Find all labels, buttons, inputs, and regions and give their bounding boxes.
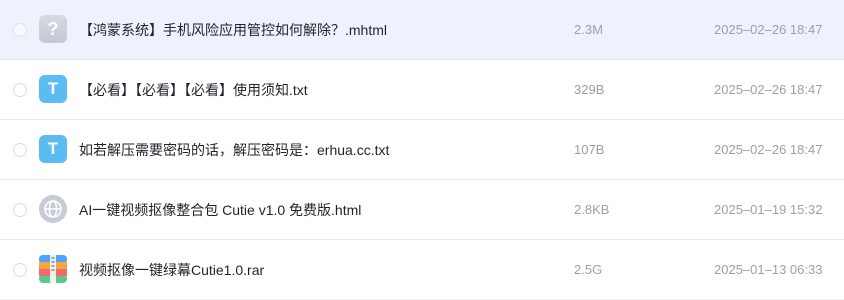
file-row[interactable]: AI一键视频抠像整合包 Cutie v1.0 免费版.html 2.8KB 20… <box>0 180 844 240</box>
file-date: 2025–02–26 18:47 <box>714 142 823 157</box>
row-checkbox[interactable] <box>13 143 27 157</box>
unknown-file-icon: ? <box>39 15 67 43</box>
file-size: 2.3M <box>574 22 603 37</box>
row-checkbox[interactable] <box>13 83 27 97</box>
file-list: ? 【鸿蒙系统】手机风险应用管控如何解除？.mhtml 2.3M 2025–02… <box>0 0 844 300</box>
file-size: 2.5G <box>574 262 603 277</box>
file-date: 2025–02–26 18:47 <box>714 82 823 97</box>
file-row[interactable]: ? 【鸿蒙系统】手机风险应用管控如何解除？.mhtml 2.3M 2025–02… <box>0 0 844 60</box>
text-file-icon: T <box>39 75 67 103</box>
row-checkbox[interactable] <box>13 23 27 37</box>
file-name[interactable]: AI一键视频抠像整合包 Cutie v1.0 免费版.html <box>79 180 361 240</box>
file-date: 2025–01–13 06:33 <box>714 262 823 277</box>
row-checkbox[interactable] <box>13 263 27 277</box>
file-name[interactable]: 视频抠像一键绿幕Cutie1.0.rar <box>79 240 264 300</box>
web-file-icon <box>39 195 67 223</box>
file-date: 2025–01–19 15:32 <box>714 202 823 217</box>
file-size: 329B <box>574 82 605 97</box>
file-row[interactable]: 视频抠像一键绿幕Cutie1.0.rar 2.5G 2025–01–13 06:… <box>0 240 844 300</box>
file-size: 2.8KB <box>574 202 610 217</box>
archive-file-icon <box>39 255 67 283</box>
file-name[interactable]: 【鸿蒙系统】手机风险应用管控如何解除？.mhtml <box>79 0 387 60</box>
file-size: 107B <box>574 142 605 157</box>
file-row[interactable]: T 如若解压需要密码的话，解压密码是：erhua.cc.txt 107B 202… <box>0 120 844 180</box>
file-date: 2025–02–26 18:47 <box>714 22 823 37</box>
text-file-icon: T <box>39 135 67 163</box>
file-name[interactable]: 如若解压需要密码的话，解压密码是：erhua.cc.txt <box>79 120 389 180</box>
row-checkbox[interactable] <box>13 203 27 217</box>
file-row[interactable]: T 【必看】【必看】【必看】使用须知.txt 329B 2025–02–26 1… <box>0 60 844 120</box>
file-name[interactable]: 【必看】【必看】【必看】使用须知.txt <box>79 60 308 120</box>
